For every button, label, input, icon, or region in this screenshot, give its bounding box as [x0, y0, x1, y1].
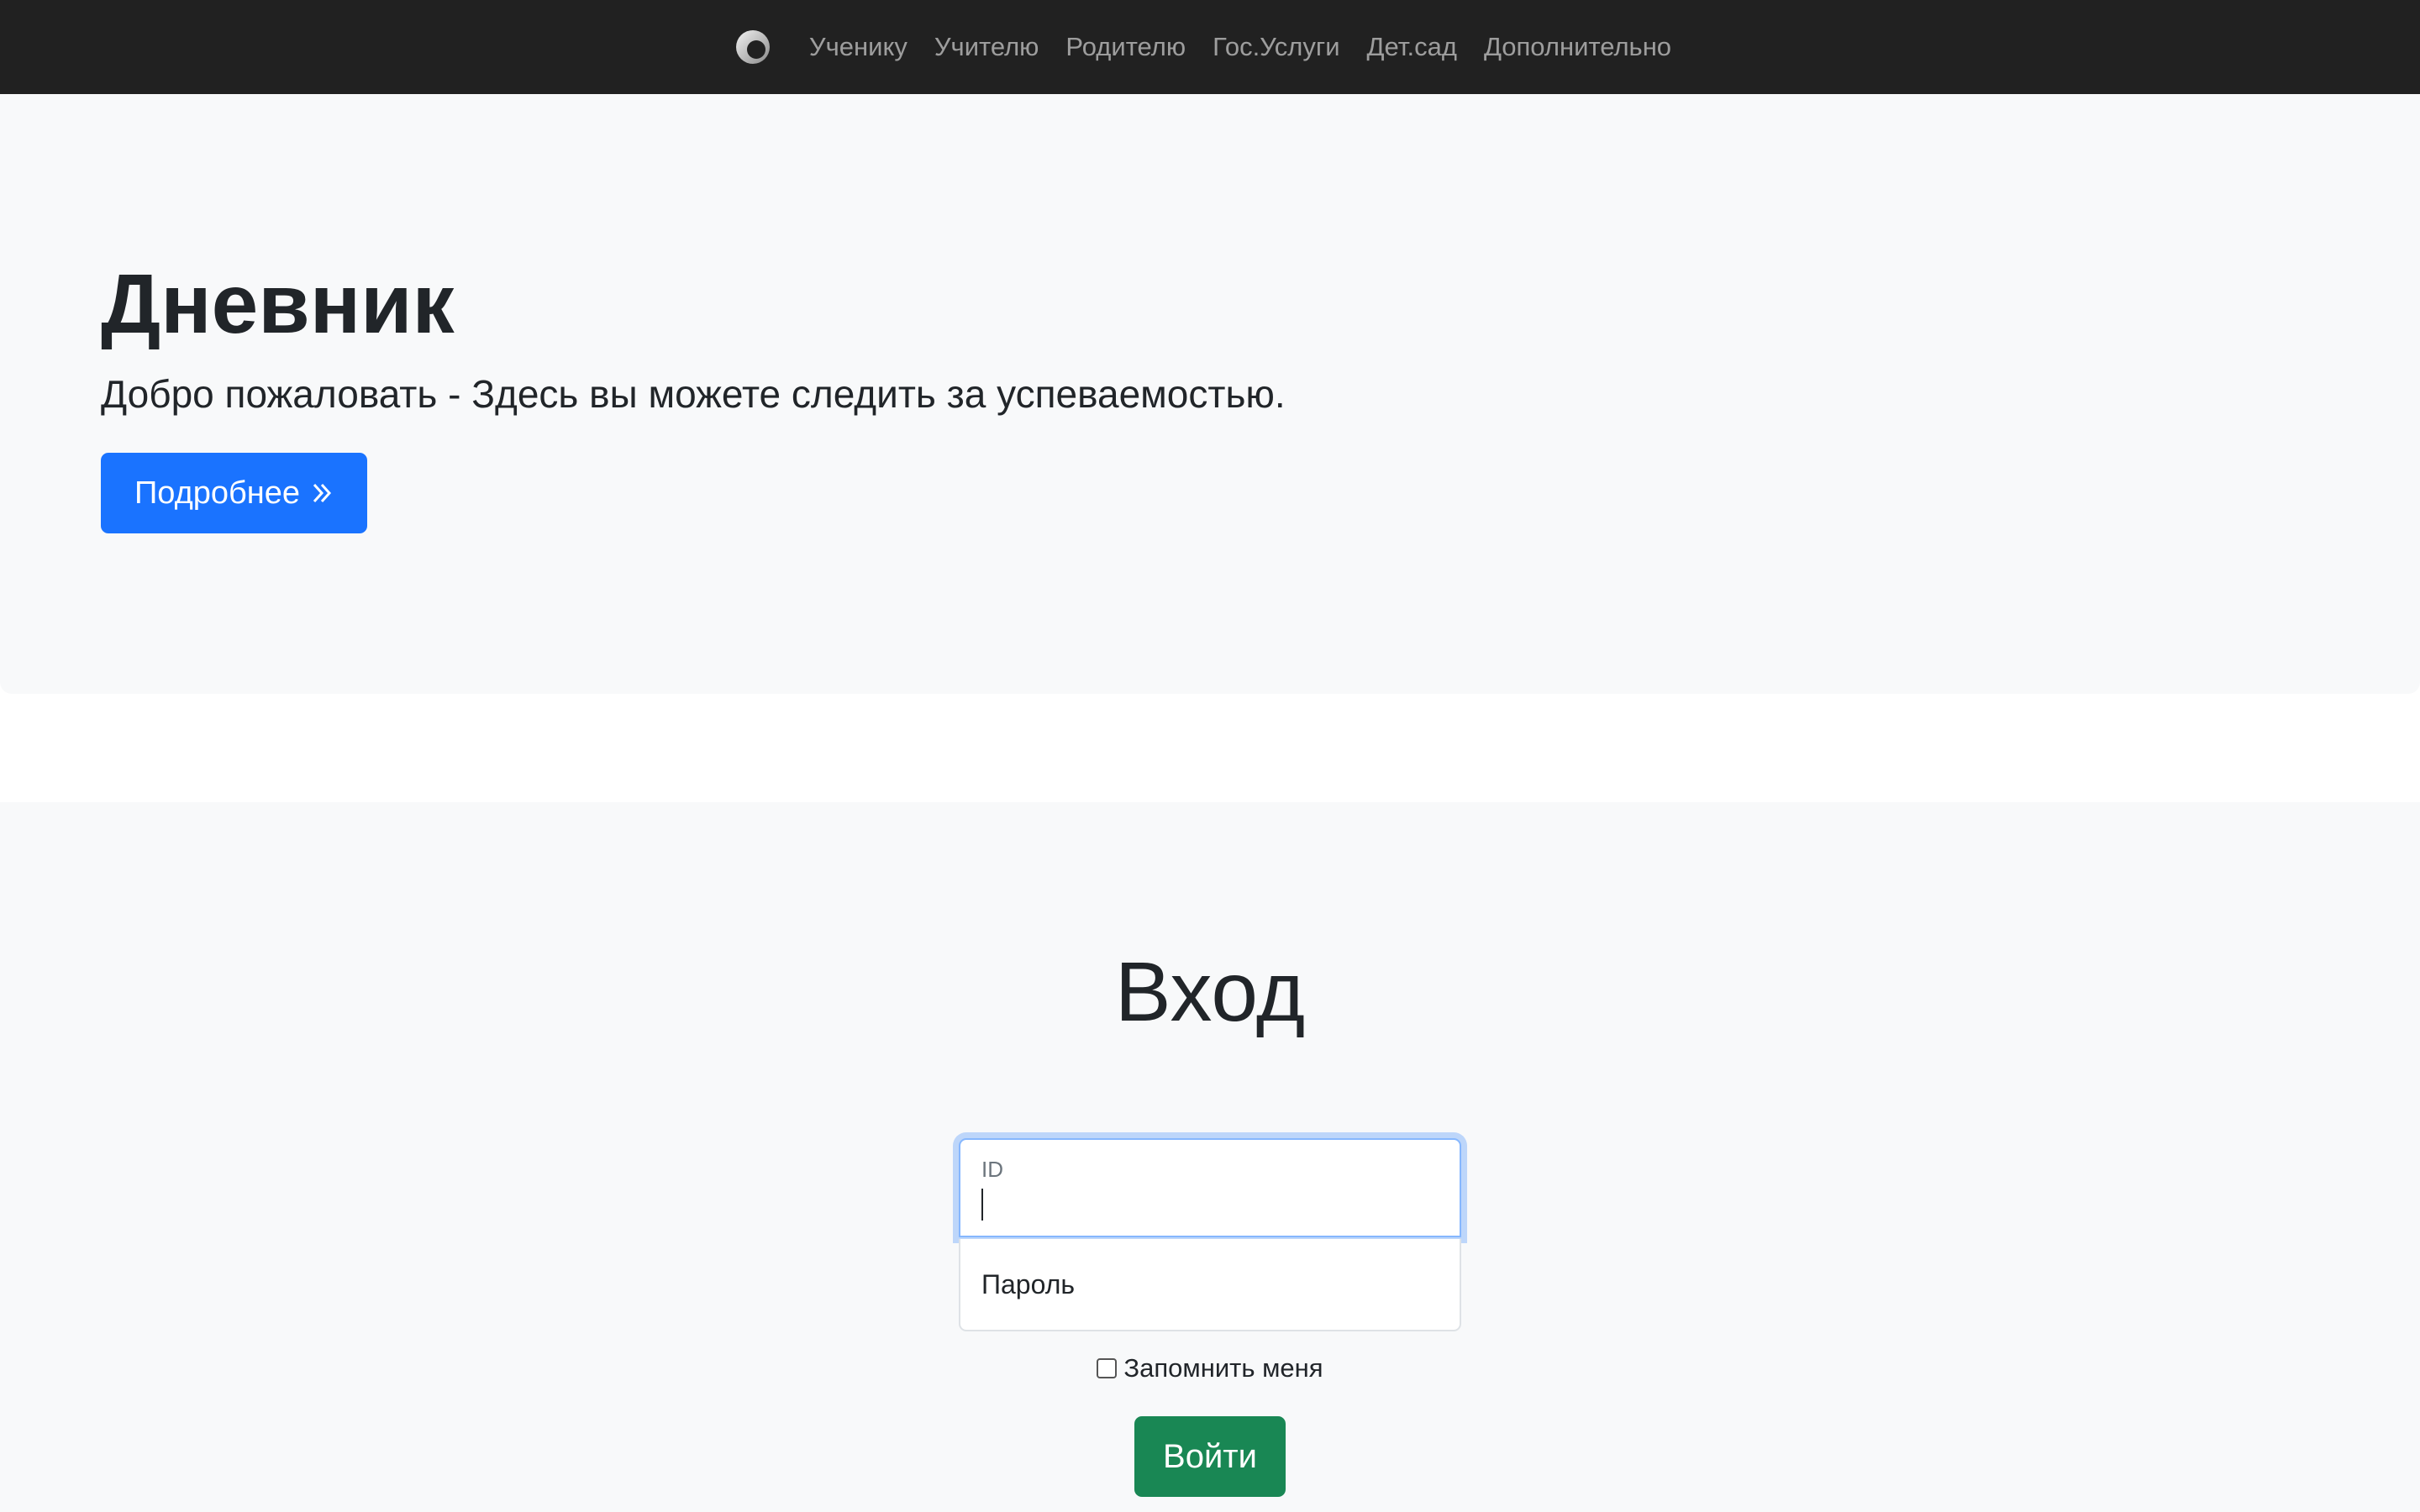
nav-link-student[interactable]: Ученику — [809, 32, 908, 62]
id-field-label: ID — [981, 1157, 1003, 1182]
page-title: Дневник — [101, 257, 455, 351]
hero-lead-text: Добро пожаловать - Здесь вы можете следи… — [101, 372, 1286, 416]
remember-me-label[interactable]: Запомнить меня — [1123, 1353, 1323, 1383]
top-navbar: Ученику Учителю Родителю Гос.Услуги Дет.… — [0, 0, 2420, 94]
nav-link-gov-services[interactable]: Гос.Услуги — [1213, 32, 1339, 62]
nav-link-teacher[interactable]: Учителю — [934, 32, 1039, 62]
login-section: Вход ID Запомнить меня Войти — [0, 802, 2420, 1512]
brand-logo-icon[interactable] — [735, 29, 771, 65]
navbar-menu: Ученику Учителю Родителю Гос.Услуги Дет.… — [735, 29, 1685, 65]
nav-link-kindergarten[interactable]: Дет.сад — [1367, 32, 1457, 62]
login-submit-button[interactable]: Войти — [1134, 1416, 1286, 1497]
more-info-button[interactable]: Подробнее — [101, 453, 367, 533]
nav-link-parent[interactable]: Родителю — [1065, 32, 1186, 62]
id-input[interactable] — [981, 1187, 1435, 1224]
remember-me-row: Запомнить меня — [0, 1353, 2420, 1383]
remember-me-checkbox[interactable] — [1097, 1358, 1118, 1378]
chevron-double-right-icon — [313, 483, 332, 503]
login-heading: Вход — [1114, 945, 1306, 1039]
more-info-button-label: Подробнее — [134, 475, 301, 511]
password-field[interactable] — [959, 1239, 1461, 1331]
id-field[interactable]: ID — [959, 1138, 1461, 1237]
nav-link-additional[interactable]: Дополнительно — [1484, 32, 1671, 62]
hero-section: Дневник Добро пожаловать - Здесь вы може… — [0, 94, 2420, 694]
text-caret — [981, 1189, 983, 1221]
password-input[interactable] — [981, 1239, 1439, 1330]
